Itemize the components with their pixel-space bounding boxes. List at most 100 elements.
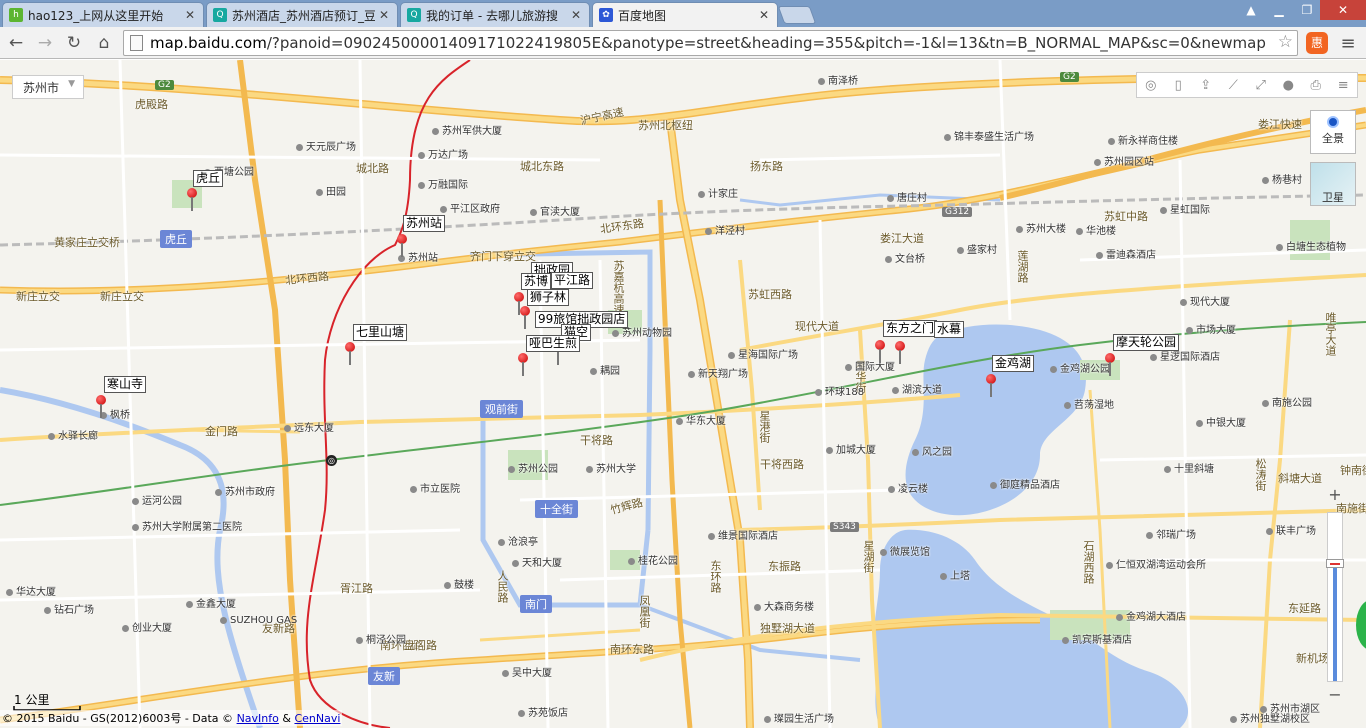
zoom-out-button[interactable]: − [1323,685,1347,705]
poi[interactable]: 雷迪森酒店 [1096,246,1156,261]
map-marker[interactable] [96,395,106,419]
marker-label[interactable]: 苏博 [521,273,552,290]
tab-hao123[interactable]: h hao123_上网从这里开始 ✕ [2,2,204,27]
poi[interactable]: 华东大厦 [676,412,726,427]
menu-icon[interactable]: ≡ [1336,31,1360,55]
user-icon[interactable]: ▲ [1238,0,1264,20]
poi[interactable]: 创业大厦 [122,619,172,634]
back-icon[interactable]: ← [4,31,28,55]
poi[interactable]: 苏州市湖区 [1260,700,1320,715]
poi[interactable]: 天和大厦 [512,554,562,569]
poi[interactable]: 唐庄村 [887,189,927,204]
poi[interactable]: 风之园 [912,443,952,458]
marker-label[interactable]: 寒山寺 [104,376,147,393]
poi[interactable]: 计家庄 [698,185,738,200]
tab-hotel[interactable]: Q 苏州酒店_苏州酒店预订_豆 ✕ [206,2,398,27]
poi[interactable]: 桐泾公园 [356,631,406,646]
ruler-icon[interactable]: ⟋ [1220,73,1248,97]
poi[interactable]: 华达大厦 [6,583,56,598]
district-label[interactable]: 虎丘 [160,230,192,248]
minimize-icon[interactable]: ▁ [1264,0,1294,20]
poi[interactable]: 钻石广场 [44,601,94,616]
poi[interactable]: 官渎大厦 [530,203,580,218]
zoom-slider-track[interactable] [1326,512,1344,682]
poi[interactable]: 新天翔广场 [688,365,748,380]
map-marker[interactable] [345,342,355,366]
marker-label[interactable]: 平江路 [551,272,594,289]
traffic-icon[interactable]: ◎ [1137,73,1165,97]
poi[interactable]: 苏州大楼 [1016,220,1066,235]
poi[interactable]: 苏州大学 [586,460,636,475]
poi[interactable]: 文台桥 [885,250,925,265]
map-marker[interactable] [520,306,530,330]
marker-label[interactable]: 东方之门 [883,320,938,337]
map-marker[interactable] [187,188,197,212]
district-label[interactable]: 南门 [520,595,552,613]
poi[interactable]: 沧浪亭 [498,533,538,548]
poi[interactable]: 苏州军供大厦 [432,122,502,137]
poi[interactable]: 中银大厦 [1196,414,1246,429]
close-icon[interactable]: ✕ [571,8,583,22]
poi[interactable]: 金鸡湖大酒店 [1116,608,1186,623]
close-icon[interactable]: ✕ [759,8,771,22]
poi[interactable]: 十里斜塘 [1164,460,1214,475]
district-label[interactable]: 观前街 [480,400,523,418]
poi[interactable]: 华池楼 [1076,222,1116,237]
poi[interactable]: 璨园生活广场 [764,710,834,725]
marker-label[interactable]: 水幕 [934,321,965,338]
poi[interactable]: 加城大厦 [826,441,876,456]
close-icon[interactable]: ✕ [185,8,197,22]
poi[interactable]: 凯宾斯基酒店 [1062,631,1132,646]
poi[interactable]: 仁恒双湖湾运动会所 [1106,556,1206,571]
tab-baidu-map[interactable]: ✿ 百度地图 ✕ [592,2,778,27]
poi[interactable]: 金鸡湖公园 [1050,360,1110,375]
share-icon[interactable]: ⇪ [1192,73,1220,97]
poi[interactable]: 市场大厦 [1186,321,1236,336]
satellite-button[interactable]: 卫星 [1310,162,1356,206]
marker-label[interactable]: 摩天轮公园 [1113,334,1180,351]
poi[interactable]: 田园 [316,183,346,198]
poi[interactable]: 现代大厦 [1180,293,1230,308]
map-canvas[interactable]: G2 G2 G312 S343 虎丘 观前街 十全街 南门 友新 虎殿路 沪宁高… [0,60,1366,728]
poi[interactable]: 新永祥商住楼 [1108,132,1178,147]
poi[interactable]: 平江区政府 [440,200,500,215]
marker-label[interactable]: 金鸡湖 [992,355,1035,372]
poi[interactable]: 御庭精品酒店 [990,476,1060,491]
poi[interactable]: 苏苑饭店 [518,704,568,719]
poi[interactable]: 运河公园 [132,492,182,507]
poi[interactable]: 白塘生态植物 [1276,238,1346,253]
poi[interactable]: 大森商务楼 [754,598,814,613]
address-bar[interactable]: map.baidu.com/?panoid=090245000014091710… [123,30,1298,56]
poi[interactable]: 南泽桥 [818,72,858,87]
poi[interactable]: 苕荡湿地 [1064,396,1114,411]
marker-label[interactable]: 哑巴生煎 [526,335,581,352]
poi[interactable]: 市立医院 [410,480,460,495]
tab-orders[interactable]: Q 我的订单 - 去哪儿旅游搜 ✕ [400,2,590,27]
marker-label[interactable]: 苏州站 [403,215,446,232]
new-tab-button[interactable] [777,6,817,24]
bookmark-star-icon[interactable]: ☆ [1277,32,1293,52]
poi[interactable]: 维景国际酒店 [708,527,778,542]
poi[interactable]: 上塔 [940,567,970,582]
poi[interactable]: 凌云楼 [888,480,928,495]
poi[interactable]: 湖滨大道 [892,381,942,396]
poi[interactable]: 耦园 [590,362,620,377]
map-marker[interactable] [986,374,996,398]
poi[interactable]: 盛家村 [957,241,997,256]
marker-label[interactable]: 七里山塘 [353,324,408,341]
poi[interactable]: 万融国际 [418,176,468,191]
panorama-button[interactable]: 全景 [1310,110,1356,154]
zoom-slider-handle[interactable] [1326,559,1344,568]
map-marker[interactable] [397,234,407,258]
zoom-in-button[interactable]: + [1323,485,1347,505]
map-marker[interactable] [518,353,528,377]
poi[interactable]: 杨巷村 [1262,171,1302,186]
poi[interactable]: 水驿长廊 [48,427,98,442]
poi[interactable]: SUZHOU GAS [220,615,297,626]
poi[interactable]: 星虹国际 [1160,201,1210,216]
poi[interactable]: 锦丰泰盛生活广场 [944,128,1034,143]
close-window-icon[interactable]: ✕ [1320,0,1366,20]
marker-label[interactable]: 虎丘 [193,170,224,187]
poi[interactable]: 桂花公园 [628,552,678,567]
city-select[interactable]: 苏州市 ▼ [12,75,84,99]
